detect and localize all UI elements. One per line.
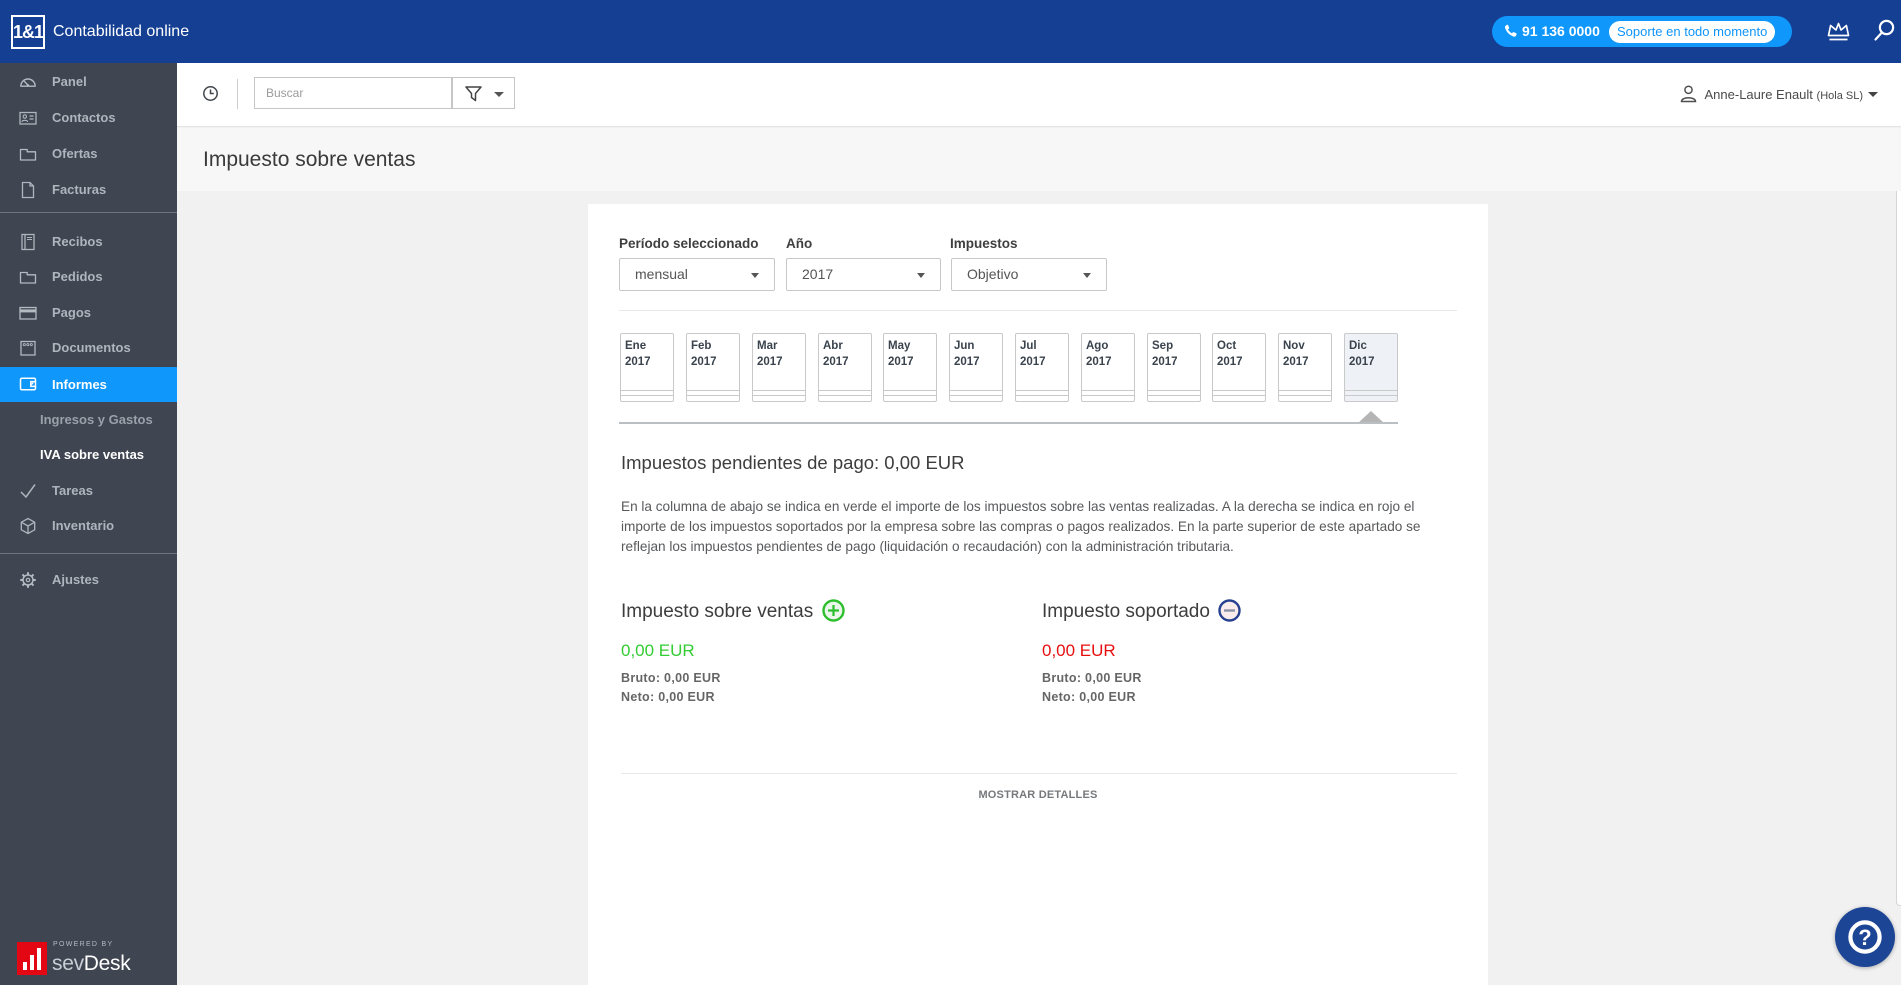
svg-text:?: ?	[1858, 925, 1871, 950]
